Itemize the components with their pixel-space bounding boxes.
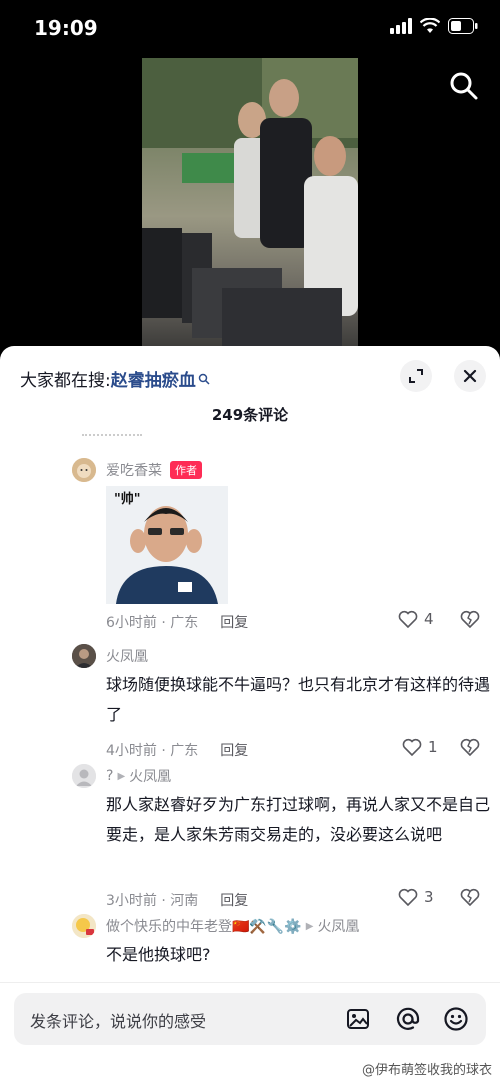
like-button[interactable]: 4 — [398, 610, 434, 628]
comment-time: 3小时前 · 河南 — [106, 893, 199, 909]
comment-username[interactable]: 做个快乐的中年老登🇨🇳⚒️🔧⚙️ ▶ 火凤凰 — [106, 916, 359, 936]
heart-icon — [402, 738, 422, 756]
comment-time: 6小时前 · 广东 — [106, 615, 199, 631]
heart-icon — [398, 610, 418, 628]
hot-search[interactable]: 大家都在搜: 赵睿抽瘀血 — [20, 366, 210, 391]
dislike-button[interactable] — [460, 610, 480, 632]
comment-meta: 6小时前 · 广东 回复 — [106, 612, 248, 632]
status-icons — [390, 18, 478, 34]
emoji-avatar-icon — [72, 914, 96, 938]
reply-button[interactable]: 回复 — [220, 740, 248, 760]
list-item: ? ▶ 火凤凰 那人家赵睿好歹为广东打过球啊，再说人家又不是自己要走，是人家朱芳… — [0, 764, 500, 909]
search-icon — [198, 373, 210, 385]
comment-text: 不是他换球吧? — [106, 945, 211, 964]
like-button[interactable]: 1 — [402, 738, 438, 756]
expand-button[interactable] — [400, 360, 432, 392]
comment-sheet: 大家都在搜: 赵睿抽瘀血 249条评论 爱吃香菜 作者 "帅" 6小时前 · 广… — [0, 346, 500, 1082]
hot-search-prefix: 大家都在搜: — [20, 371, 111, 391]
reply-arrow-icon: ▶ — [305, 920, 314, 932]
at-icon — [396, 1007, 420, 1030]
mention-button[interactable] — [394, 1005, 422, 1033]
list-item: 火凤凰 球场随便换球能不牛逼吗？也只有北京才有这样的待遇了 4小时前 · 广东 … — [0, 644, 500, 759]
like-count: 3 — [424, 888, 434, 906]
comment-text: 那人家赵睿好歹为广东打过球啊，再说人家又不是自己要走，是人家朱芳雨交易走的，没必… — [106, 795, 491, 844]
like-button[interactable]: 3 — [398, 888, 434, 906]
dog-avatar-icon — [72, 458, 96, 482]
broken-heart-icon — [460, 888, 480, 907]
wifi-icon — [420, 18, 440, 33]
broken-heart-icon — [460, 610, 480, 629]
video-frame[interactable] — [142, 58, 358, 346]
broken-heart-icon — [460, 738, 480, 757]
comment-username[interactable]: 爱吃香菜 作者 — [106, 460, 202, 480]
comment-meta: 4小时前 · 广东 回复 — [106, 740, 248, 760]
username[interactable]: 做个快乐的中年老登🇨🇳⚒️🔧⚙️ — [106, 916, 302, 936]
comment-username[interactable]: ? ▶ 火凤凰 — [106, 766, 171, 786]
dislike-button[interactable] — [460, 888, 480, 910]
avatar[interactable] — [72, 458, 96, 482]
avatar[interactable] — [72, 644, 96, 668]
username[interactable]: ? — [106, 768, 113, 784]
search-icon — [450, 72, 478, 100]
avatar[interactable] — [72, 914, 96, 938]
like-count: 4 — [424, 610, 434, 628]
status-bar: 19:09 — [0, 0, 500, 56]
sticker-caption: "帅" — [114, 492, 141, 507]
heart-icon — [398, 888, 418, 906]
reply-to-username[interactable]: 火凤凰 — [129, 766, 171, 786]
image-button[interactable] — [344, 1005, 372, 1033]
reply-button[interactable]: 回复 — [220, 890, 248, 910]
comment-text: 球场随便换球能不牛逼吗？也只有北京才有这样的待遇了 — [106, 675, 491, 724]
comment-input[interactable]: 发条评论，说说你的感受 — [14, 993, 486, 1045]
user-avatar-icon — [72, 644, 96, 668]
reply-button[interactable]: 回复 — [220, 612, 248, 632]
video-thumbnail — [142, 58, 358, 346]
watermark: @伊布萌签收我的球衣 — [361, 1063, 492, 1078]
comment-count: 249条评论 — [211, 406, 289, 424]
author-badge: 作者 — [170, 461, 202, 479]
username[interactable]: 火凤凰 — [106, 646, 148, 666]
username[interactable]: 爱吃香菜 — [106, 460, 162, 480]
list-item: 做个快乐的中年老登🇨🇳⚒️🔧⚙️ ▶ 火凤凰 不是他换球吧? — [0, 914, 500, 982]
comment-sheet-header: 大家都在搜: 赵睿抽瘀血 249条评论 — [0, 346, 500, 440]
comment-username[interactable]: 火凤凰 — [106, 646, 148, 666]
status-time: 19:09 — [34, 16, 98, 40]
image-icon — [347, 1009, 369, 1029]
comment-time: 4小时前 · 广东 — [106, 743, 199, 759]
clipped-text-remnant — [82, 434, 142, 442]
hot-search-term[interactable]: 赵睿抽瘀血 — [111, 366, 196, 391]
search-button[interactable] — [448, 70, 480, 102]
list-item: 爱吃香菜 作者 "帅" 6小时前 · 广东 回复 4 — [0, 456, 500, 636]
close-button[interactable] — [454, 360, 486, 392]
reply-to-username[interactable]: 火凤凰 — [317, 916, 359, 936]
default-avatar-icon — [72, 764, 96, 788]
like-count: 1 — [428, 738, 438, 756]
battery-icon — [448, 18, 478, 34]
comment-meta: 3小时前 · 河南 回复 — [106, 890, 248, 910]
comment-list[interactable]: 爱吃香菜 作者 "帅" 6小时前 · 广东 回复 4 火凤凰 球场随便换球能不牛… — [0, 434, 500, 982]
emoji-button[interactable] — [442, 1005, 470, 1033]
close-icon — [463, 369, 477, 383]
reply-arrow-icon: ▶ — [117, 770, 126, 782]
emoji-icon — [444, 1007, 468, 1031]
comment-input-bar: 发条评论，说说你的感受 @伊布萌签收我的球衣 — [0, 982, 500, 1082]
video-area[interactable] — [0, 56, 500, 346]
avatar[interactable] — [72, 764, 96, 788]
expand-icon — [409, 369, 423, 383]
signal-icon — [390, 18, 412, 34]
dislike-button[interactable] — [460, 738, 480, 760]
comment-sticker[interactable]: "帅" — [106, 486, 228, 604]
comment-input-placeholder[interactable]: 发条评论，说说你的感受 — [30, 1008, 206, 1032]
